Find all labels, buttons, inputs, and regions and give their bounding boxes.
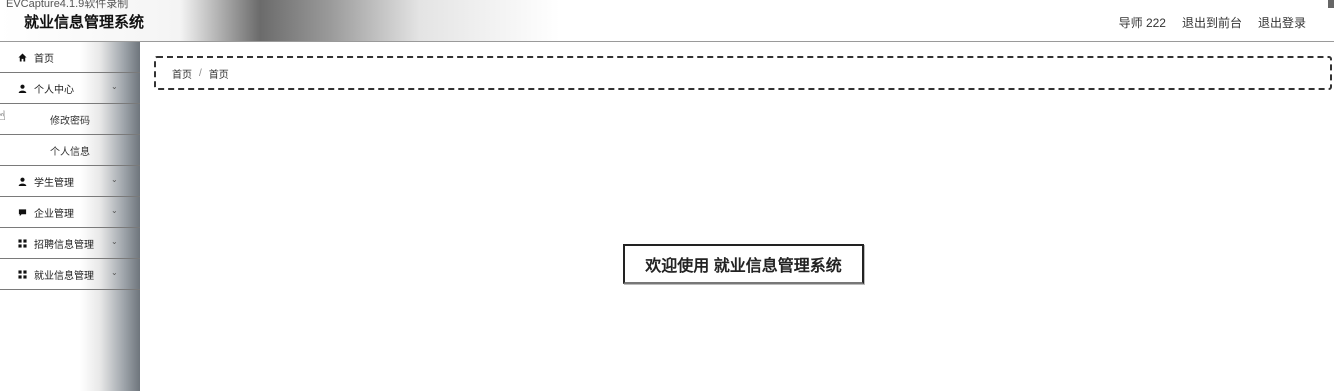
breadcrumb-home-link[interactable]: 首页	[172, 66, 192, 81]
window-corner-decoration	[1328, 0, 1334, 8]
grid-icon	[17, 269, 27, 279]
sidebar-menu: 首页 个人中心 ⌄ 修改密码 个人信息 学生管理 ⌄ 企业管理 ⌄ 招聘信息管理…	[0, 42, 140, 391]
chevron-down-icon: ⌄	[111, 175, 118, 184]
breadcrumb: 首页 / 首页	[154, 56, 1332, 90]
sidebar-item-label: 个人中心	[34, 84, 74, 96]
top-links: 导师 222 退出到前台 退出登录	[1119, 14, 1306, 31]
grid-icon	[17, 238, 27, 248]
sidebar-subitem-change-password[interactable]: 修改密码	[0, 104, 140, 135]
exit-to-frontend-link[interactable]: 退出到前台	[1182, 14, 1242, 31]
capture-watermark-caption: EVCapture4.1.9软件录制	[6, 0, 129, 10]
home-icon	[17, 52, 27, 62]
logout-link[interactable]: 退出登录	[1258, 14, 1306, 31]
sidebar-item-label: 就业信息管理	[34, 270, 94, 282]
sidebar-item-student-mgmt[interactable]: 学生管理 ⌄	[0, 166, 140, 197]
sidebar-item-company-mgmt[interactable]: 企业管理 ⌄	[0, 197, 140, 228]
top-header: EVCapture4.1.9软件录制 就业信息管理系统 导师 222 退出到前台…	[0, 0, 1334, 42]
sidebar-subitem-personal-info[interactable]: 个人信息	[0, 135, 140, 166]
chevron-down-icon: ⌄	[111, 237, 118, 246]
sidebar-item-employment-mgmt[interactable]: 就业信息管理 ⌄	[0, 259, 140, 290]
chevron-down-icon: ⌄	[111, 206, 118, 215]
chevron-down-icon: ⌄	[111, 268, 118, 277]
current-user-label: 导师 222	[1118, 16, 1166, 30]
sidebar-item-label: 企业管理	[34, 208, 74, 220]
comment-icon	[17, 207, 27, 217]
sidebar-item-recruit-mgmt[interactable]: 招聘信息管理 ⌄	[0, 228, 140, 259]
app-title: 就业信息管理系统	[24, 14, 145, 31]
user-icon	[17, 83, 27, 93]
sidebar-item-label: 学生管理	[34, 177, 74, 189]
user-icon	[17, 176, 27, 186]
sidebar-item-label: 招聘信息管理	[34, 239, 94, 251]
welcome-banner: 欢迎使用 就业信息管理系统	[623, 244, 864, 284]
sidebar-item-home[interactable]: 首页	[0, 42, 140, 73]
chevron-down-icon: ⌄	[111, 82, 118, 91]
sidebar-item-personal-center[interactable]: 个人中心 ⌄	[0, 73, 140, 104]
sidebar-item-label: 首页	[34, 53, 54, 65]
breadcrumb-separator: /	[199, 67, 202, 79]
hand-cursor-icon: ☝	[0, 108, 6, 123]
breadcrumb-current: 首页	[208, 69, 229, 81]
